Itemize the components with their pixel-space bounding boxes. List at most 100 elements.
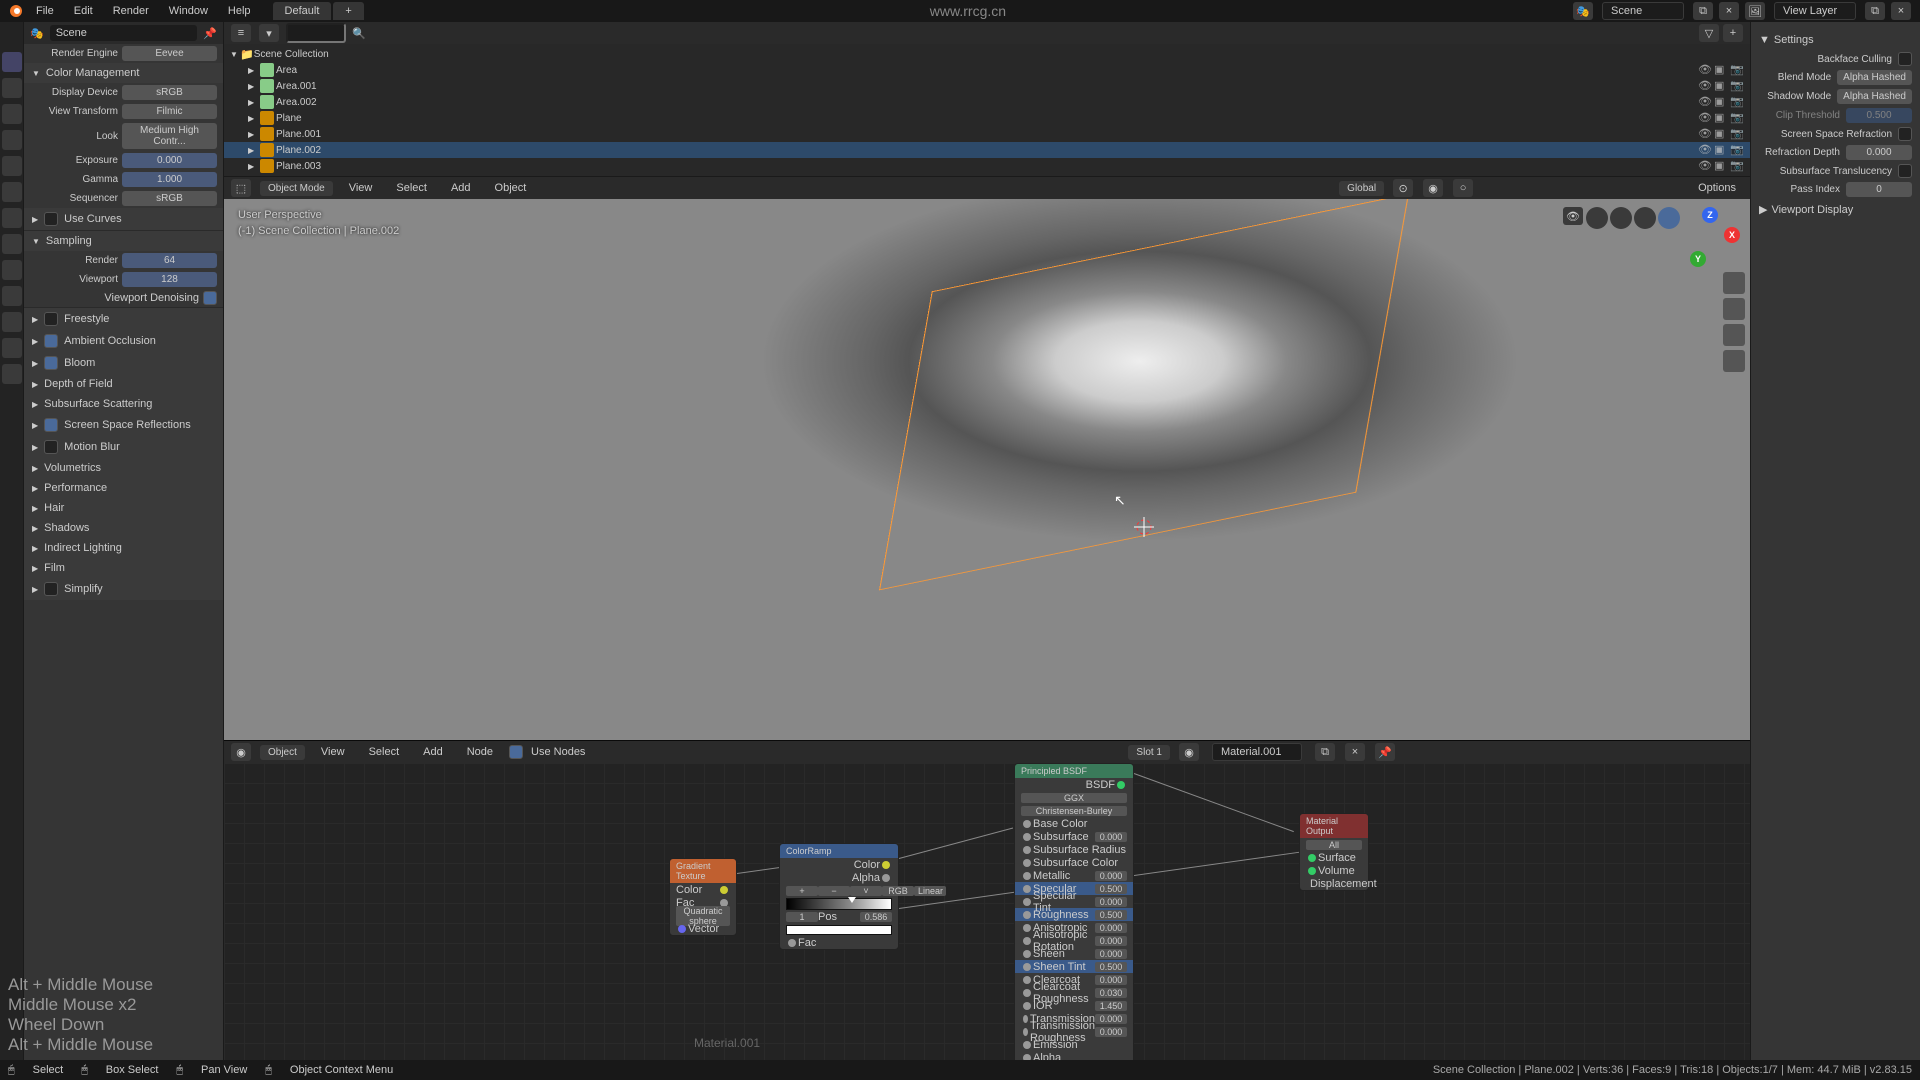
bsdf-input-row[interactable]: Transmission Roughness0.000 bbox=[1015, 1025, 1133, 1038]
vp-menu-object[interactable]: Object bbox=[487, 179, 535, 197]
outliner-item[interactable]: ▶Area.002👁▣📷 bbox=[224, 94, 1750, 110]
section-ssr[interactable]: ▶Screen Space Reflections bbox=[24, 414, 223, 436]
section-motion_blur[interactable]: ▶Motion Blur bbox=[24, 436, 223, 458]
orientation-dropdown[interactable]: Global bbox=[1339, 181, 1384, 196]
zoom-icon[interactable] bbox=[1723, 272, 1745, 294]
section-film[interactable]: ▶Film bbox=[24, 558, 223, 578]
pin-icon[interactable]: 📌 bbox=[1375, 743, 1395, 761]
section-hair[interactable]: ▶Hair bbox=[24, 498, 223, 518]
ssr-checkbox[interactable] bbox=[44, 418, 58, 432]
section-viewport-display[interactable]: ▶Viewport Display bbox=[1759, 199, 1912, 220]
viewport-3d[interactable]: ⬚ Object Mode View Select Add Object Glo… bbox=[224, 177, 1750, 740]
nav-gizmo[interactable]: X Y Z bbox=[1680, 207, 1740, 267]
selectable-icon[interactable]: ▣ bbox=[1714, 127, 1728, 141]
perspective-icon[interactable] bbox=[1723, 350, 1745, 372]
bsdf-input-row[interactable]: Alpha bbox=[1015, 1051, 1133, 1060]
shading-matpreview-icon[interactable] bbox=[1634, 207, 1656, 229]
material-new-icon[interactable]: ⧉ bbox=[1315, 743, 1335, 761]
bsdf-input-row[interactable]: Base Color bbox=[1015, 817, 1133, 830]
vp-menu-view[interactable]: View bbox=[341, 179, 381, 197]
viewlayer-browse-icon[interactable]: 🖼 bbox=[1745, 2, 1765, 20]
proportional-icon[interactable]: ○ bbox=[1453, 179, 1473, 197]
tab-particle-icon[interactable] bbox=[2, 234, 22, 254]
tab-render-icon[interactable] bbox=[2, 52, 22, 72]
render-icon[interactable]: 📷 bbox=[1730, 95, 1744, 109]
slot-dropdown[interactable]: Slot 1 bbox=[1128, 745, 1170, 760]
eye-icon[interactable]: 👁 bbox=[1698, 143, 1712, 157]
shader-node-editor[interactable]: ◉ Object View Select Add Node Use Nodes … bbox=[224, 740, 1750, 1060]
outliner-item[interactable]: ▶Area.001👁▣📷 bbox=[224, 78, 1750, 94]
exposure-slider[interactable]: 0.000 bbox=[122, 153, 217, 168]
ne-menu-add[interactable]: Add bbox=[415, 743, 451, 761]
tab-physics-icon[interactable] bbox=[2, 260, 22, 280]
section-bloom[interactable]: ▶Bloom bbox=[24, 352, 223, 374]
render-engine-dropdown[interactable]: Eevee bbox=[122, 46, 217, 61]
viewlayer-name-input[interactable] bbox=[1774, 2, 1856, 20]
node-principled-bsdf[interactable]: Principled BSDF BSDF GGX Christensen-Bur… bbox=[1014, 763, 1134, 1060]
bsdf-input-row[interactable]: Roughness0.500 bbox=[1015, 908, 1133, 921]
view-transform-dropdown[interactable]: Filmic bbox=[122, 104, 217, 119]
colorramp-gradient[interactable] bbox=[786, 898, 892, 910]
backface-checkbox[interactable] bbox=[1898, 52, 1912, 66]
bsdf-input-row[interactable]: IOR1.450 bbox=[1015, 999, 1133, 1012]
sequencer-dropdown[interactable]: sRGB bbox=[122, 191, 217, 206]
pass-index-field[interactable]: 0 bbox=[1846, 182, 1912, 197]
ao-checkbox[interactable] bbox=[44, 334, 58, 348]
outliner-item[interactable]: ▶Plane.002👁▣📷 bbox=[224, 142, 1750, 158]
bsdf-input-row[interactable]: Sheen0.000 bbox=[1015, 947, 1133, 960]
blend-mode-dropdown[interactable]: Alpha Hashed bbox=[1837, 70, 1912, 85]
render-icon[interactable]: 📷 bbox=[1730, 63, 1744, 77]
tab-world-icon[interactable] bbox=[2, 156, 22, 176]
menu-edit[interactable]: Edit bbox=[66, 2, 101, 20]
section-sampling[interactable]: ▼ Sampling bbox=[24, 231, 223, 251]
mode-dropdown[interactable]: Object Mode bbox=[260, 181, 333, 196]
material-unlink-icon[interactable]: × bbox=[1345, 743, 1365, 761]
node-gradient-texture[interactable]: Gradient Texture Color Fac Quadratic sph… bbox=[669, 858, 737, 936]
outliner-item[interactable]: ▶Area👁▣📷 bbox=[224, 62, 1750, 78]
render-icon[interactable]: 📷 bbox=[1730, 143, 1744, 157]
section-dof[interactable]: ▶Depth of Field bbox=[24, 374, 223, 394]
eye-icon[interactable]: 👁 bbox=[1698, 63, 1712, 77]
ssr-checkbox[interactable] bbox=[1898, 127, 1912, 141]
eye-icon[interactable]: 👁 bbox=[1698, 95, 1712, 109]
bloom-checkbox[interactable] bbox=[44, 356, 58, 370]
pin-icon[interactable]: 📌 bbox=[203, 27, 217, 40]
section-sss[interactable]: ▶Subsurface Scattering bbox=[24, 394, 223, 414]
eye-icon[interactable]: 👁 bbox=[1698, 159, 1712, 173]
tab-scene-icon[interactable] bbox=[2, 130, 22, 150]
section-freestyle[interactable]: ▶Freestyle bbox=[24, 308, 223, 330]
bsdf-input-row[interactable]: Sheen Tint0.500 bbox=[1015, 960, 1133, 973]
material-name-input[interactable] bbox=[1212, 743, 1302, 761]
freestyle-checkbox[interactable] bbox=[44, 312, 58, 326]
shading-rendered-icon[interactable] bbox=[1658, 207, 1680, 229]
section-settings[interactable]: ▼Settings bbox=[1759, 30, 1912, 50]
scene-name-field[interactable]: Scene bbox=[50, 25, 198, 41]
bsdf-input-row[interactable]: Anisotropic Rotation0.000 bbox=[1015, 934, 1133, 947]
scene-new-icon[interactable]: ⧉ bbox=[1693, 2, 1713, 20]
eye-icon[interactable]: 👁 bbox=[1698, 127, 1712, 141]
motion_blur-checkbox[interactable] bbox=[44, 440, 58, 454]
bsdf-input-row[interactable]: Emission bbox=[1015, 1038, 1133, 1051]
viewlayer-new-icon[interactable]: ⧉ bbox=[1865, 2, 1885, 20]
outliner-search-input[interactable] bbox=[286, 23, 346, 43]
outliner-item[interactable]: ▶Plane.003👁▣📷 bbox=[224, 158, 1750, 174]
tab-output-icon[interactable] bbox=[2, 78, 22, 98]
subsection-use-curves[interactable]: ▶ Use Curves bbox=[24, 208, 223, 230]
tab-texture-icon[interactable] bbox=[2, 364, 22, 384]
tab-modifier-icon[interactable] bbox=[2, 208, 22, 228]
display-device-dropdown[interactable]: sRGB bbox=[122, 85, 217, 100]
ne-menu-view[interactable]: View bbox=[313, 743, 353, 761]
node-colorramp[interactable]: ColorRamp Color Alpha +−˅RGBLinear 1Pos0… bbox=[779, 843, 899, 950]
bsdf-input-row[interactable]: Subsurface0.000 bbox=[1015, 830, 1133, 843]
menu-file[interactable]: File bbox=[28, 2, 62, 20]
viewport-denoise-checkbox[interactable] bbox=[203, 291, 217, 305]
sst-checkbox[interactable] bbox=[1898, 164, 1912, 178]
editor-type-icon[interactable]: ◉ bbox=[231, 743, 251, 761]
outliner-item[interactable]: ▶Plane.001👁▣📷 bbox=[224, 126, 1750, 142]
render-icon[interactable]: 📷 bbox=[1730, 111, 1744, 125]
bsdf-input-row[interactable]: Subsurface Color bbox=[1015, 856, 1133, 869]
vp-menu-select[interactable]: Select bbox=[388, 179, 435, 197]
tab-constraint-icon[interactable] bbox=[2, 286, 22, 306]
camera-icon[interactable] bbox=[1723, 324, 1745, 346]
filter-icon[interactable]: ▽ bbox=[1699, 24, 1719, 42]
